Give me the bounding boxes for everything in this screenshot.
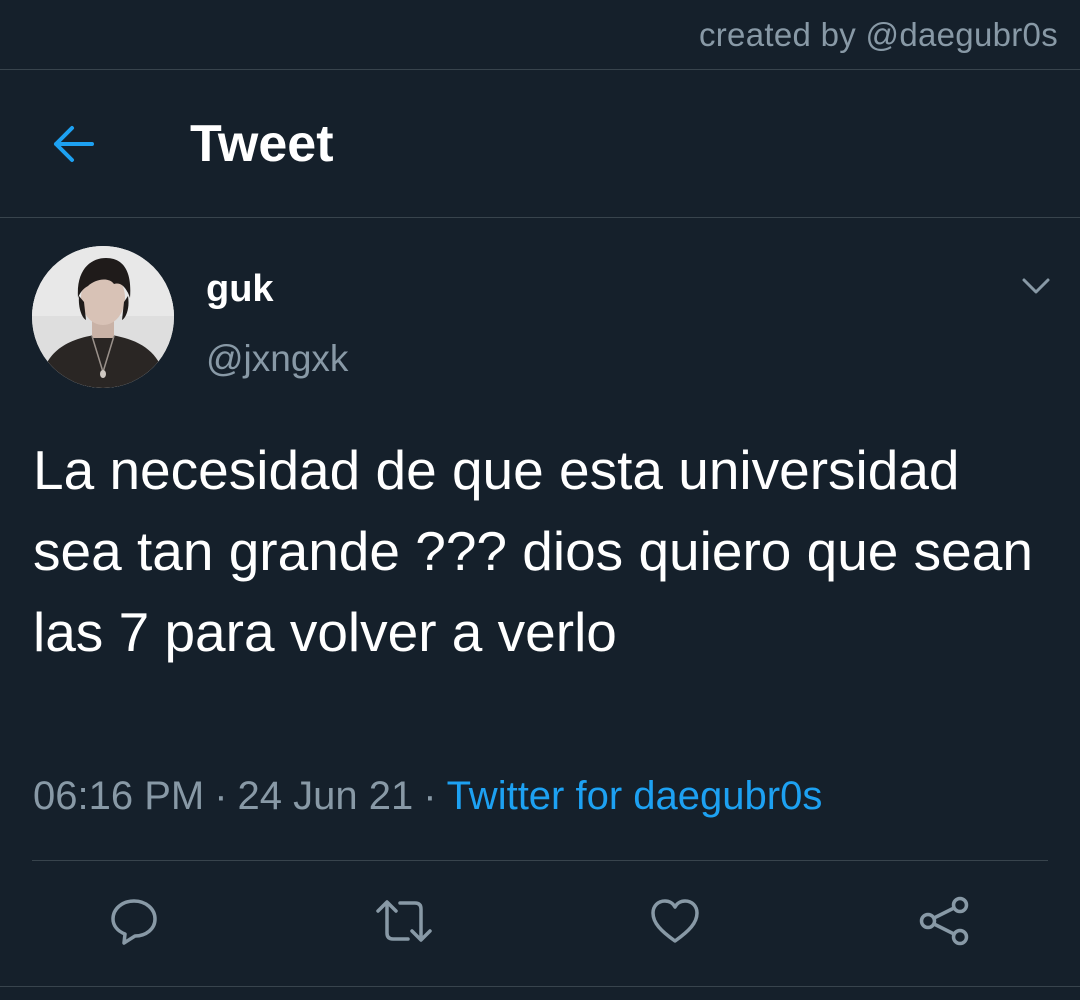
avatar[interactable] [32,246,174,388]
back-button[interactable] [44,118,102,170]
credit-bar: created by @daegubr0s [0,0,1080,70]
tweet-meta: 06:16 PM · 24 Jun 21 · Twitter for daegubr0s [33,774,1053,819]
page-title: Tweet [190,115,334,173]
like-button[interactable] [645,893,705,949]
like-icon [651,899,699,943]
tweet-time: 06:16 PM [33,774,205,818]
avatar-photo [32,246,174,388]
credit-text: created by @daegubr0s [698,16,1058,53]
share-button[interactable] [915,893,975,949]
divider [0,986,1080,987]
retweet-button[interactable] [374,893,434,949]
arrow-left-icon [54,126,94,162]
meta-separator: · [423,774,437,818]
author-handle[interactable]: @jxngxk [206,338,348,380]
meta-separator: · [214,774,228,818]
reply-button[interactable] [104,893,164,949]
share-icon [919,896,969,946]
author-name[interactable]: guk [206,268,274,311]
retweet-icon [376,900,432,942]
tweet-text: La necesidad de que esta universidad sea… [33,439,1033,663]
chevron-down-icon [1022,278,1050,294]
tweet-date: 24 Jun 21 [237,774,414,818]
reply-icon [111,899,157,945]
more-options-button[interactable] [1016,270,1056,302]
tweet-source-link[interactable]: Twitter for daegubr0s [447,774,823,818]
tweet-page: created by @daegubr0s Tweet guk @jxngxk … [0,0,1080,1000]
divider [32,860,1048,861]
header: Tweet [0,70,1080,218]
